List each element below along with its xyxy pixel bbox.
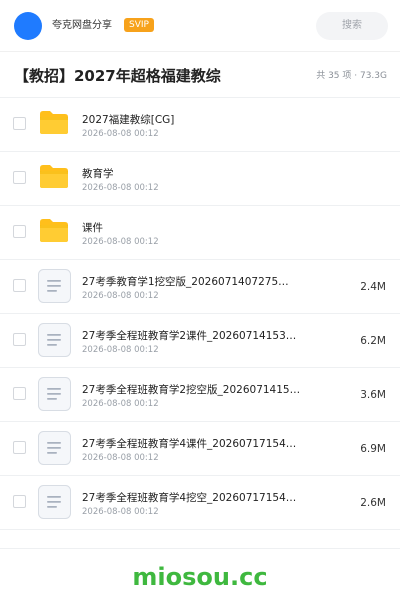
- document-icon: [38, 269, 71, 303]
- file-name: 2027福建教综[CG]: [82, 114, 175, 126]
- file-date: 2026-08-08 00:12: [82, 129, 159, 139]
- item-checkbox[interactable]: [13, 333, 26, 346]
- file-date: 2026-08-08 00:12: [82, 399, 159, 409]
- file-date: 2026-08-08 00:12: [82, 183, 159, 193]
- page-title: 【教招】2027年超格福建教综: [14, 67, 221, 85]
- item-checkbox[interactable]: [13, 225, 26, 238]
- avatar[interactable]: [14, 12, 42, 40]
- list-item[interactable]: 27考季全程班教育学2课件_20260714153… 2026-08-08 00…: [0, 314, 400, 368]
- list-item[interactable]: 27考季全程班教育学4挖空_20260717154… 2026-08-08 00…: [0, 476, 400, 530]
- item-checkbox[interactable]: [13, 117, 26, 130]
- file-date: 2026-08-08 00:12: [82, 237, 159, 247]
- list-item[interactable]: 27考季教育学1挖空版_2026071407275… 2026-08-08 00…: [0, 260, 400, 314]
- item-checkbox[interactable]: [13, 279, 26, 292]
- file-date: 2026-08-08 00:12: [82, 291, 159, 301]
- document-icon: [38, 377, 71, 411]
- file-date: 2026-08-08 00:12: [82, 507, 159, 517]
- list-item[interactable]: 27考季全程班教育学4课件_20260717154… 2026-08-08 00…: [0, 422, 400, 476]
- file-name: 课件: [82, 222, 103, 234]
- document-icon: [38, 323, 71, 357]
- item-checkbox[interactable]: [13, 441, 26, 454]
- file-size: 6.2M: [360, 335, 386, 347]
- search-input[interactable]: 搜索: [316, 12, 388, 40]
- file-name: 教育学: [82, 168, 114, 180]
- item-checkbox[interactable]: [13, 387, 26, 400]
- file-size: 6.9M: [360, 443, 386, 455]
- folder-title-bar: 【教招】2027年超格福建教综 共 35 项 · 73.3G: [0, 52, 400, 98]
- file-name: 27考季全程班教育学4挖空_20260717154…: [82, 492, 297, 504]
- file-name: 27考季全程班教育学2课件_20260714153…: [82, 330, 297, 342]
- share-name: 夸克网盘分享: [52, 20, 112, 31]
- list-item[interactable]: 2027福建教综[CG] 2026-08-08 00:12: [0, 98, 400, 152]
- watermark: miosou.cc: [132, 563, 268, 591]
- folder-icon: [38, 161, 70, 195]
- share-header: 夸克网盘分享 SVIP 搜索: [0, 0, 400, 52]
- file-name: 27考季教育学1挖空版_2026071407275…: [82, 276, 289, 288]
- document-icon: [38, 431, 71, 465]
- folder-meta: 共 35 项 · 73.3G: [316, 71, 387, 81]
- list-item[interactable]: 教育学 2026-08-08 00:12: [0, 152, 400, 206]
- document-icon: [38, 485, 71, 519]
- file-date: 2026-08-08 00:12: [82, 345, 159, 355]
- item-checkbox[interactable]: [13, 171, 26, 184]
- file-size: 2.6M: [360, 497, 386, 509]
- svip-badge: SVIP: [124, 18, 154, 32]
- list-item[interactable]: 课件 2026-08-08 00:12: [0, 206, 400, 260]
- folder-icon: [38, 215, 70, 249]
- item-checkbox[interactable]: [13, 495, 26, 508]
- file-size: 2.4M: [360, 281, 386, 293]
- file-size: 3.6M: [360, 389, 386, 401]
- folder-icon: [38, 107, 70, 141]
- list-item[interactable]: 27考季全程班教育学2挖空版_2026071415… 2026-08-08 00…: [0, 368, 400, 422]
- file-list: 2027福建教综[CG] 2026-08-08 00:12 教育学 2026-0…: [0, 98, 400, 530]
- file-name: 27考季全程班教育学2挖空版_2026071415…: [82, 384, 301, 396]
- file-name: 27考季全程班教育学4课件_20260717154…: [82, 438, 297, 450]
- footer: miosou.cc: [0, 548, 400, 600]
- file-date: 2026-08-08 00:12: [82, 453, 159, 463]
